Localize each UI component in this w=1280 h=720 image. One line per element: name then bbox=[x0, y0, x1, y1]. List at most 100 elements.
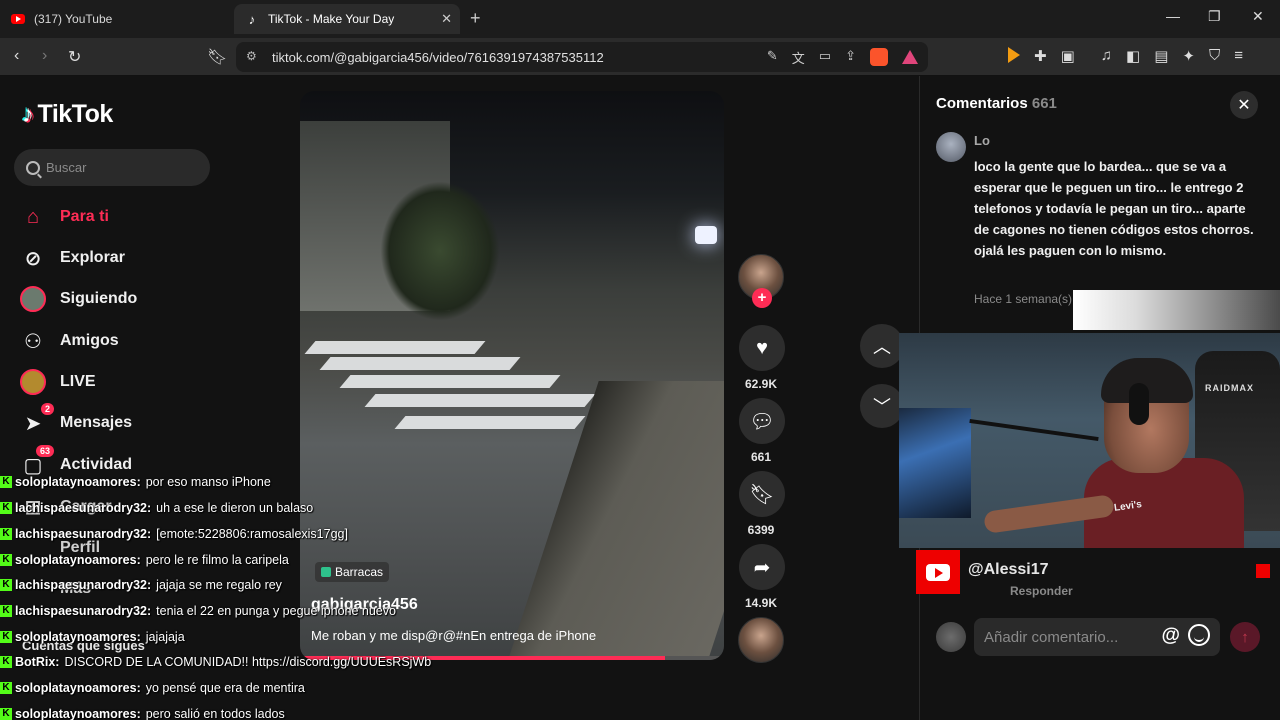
chat-message: por eso manso iPhone bbox=[145, 475, 271, 489]
live-indicator bbox=[1256, 564, 1270, 578]
chat-username: soloplataynoamores: bbox=[15, 707, 141, 720]
tab-label: TikTok - Make Your Day bbox=[268, 12, 395, 26]
music-disc-avatar[interactable] bbox=[738, 617, 784, 663]
chat-line: K lachispaesunarodry32: jajaja se me reg… bbox=[0, 573, 282, 597]
crosswalk-stripe bbox=[304, 341, 486, 354]
chat-message: tenia el 22 en punga y pegue iphone nuev… bbox=[156, 604, 396, 618]
tab-tiktok[interactable]: ♪ TikTok - Make Your Day ✕ bbox=[234, 4, 460, 34]
chat-line: K BotRix: DISCORD DE LA COMUNIDAD!! http… bbox=[0, 650, 431, 674]
next-video-button[interactable]: ﹀ bbox=[860, 384, 904, 428]
streamer-webcam: RAIDMAX Levi's bbox=[899, 333, 1280, 548]
vpn-icon[interactable]: ⛉ bbox=[1209, 47, 1220, 65]
bookmark-icon[interactable]: 🔖︎ bbox=[207, 47, 227, 67]
comment-text: loco la gente que lo bardea... que se va… bbox=[974, 159, 1254, 258]
comment-username[interactable]: Lo bbox=[974, 133, 990, 148]
send-comment-button[interactable]: ↑ bbox=[1230, 622, 1260, 652]
share-button[interactable]: ➦ bbox=[739, 544, 785, 590]
crosswalk-stripe bbox=[319, 357, 521, 370]
comment-input[interactable]: Añadir comentario... @ bbox=[974, 618, 1220, 656]
overlay-gradient-bar bbox=[1073, 290, 1280, 330]
translate-icon[interactable]: 文 bbox=[792, 48, 805, 67]
follow-plus-icon[interactable]: + bbox=[752, 288, 772, 308]
chat-message: uh a ese le dieron un balaso bbox=[156, 501, 314, 515]
chat-message: pero salió en todos lados bbox=[145, 707, 285, 720]
youtube-handle: @Alessi17 bbox=[968, 561, 1049, 578]
kick-icon: K bbox=[0, 605, 12, 617]
site-settings-icon[interactable]: ⚙ bbox=[246, 49, 257, 63]
extensions-icon[interactable]: ✚ bbox=[1034, 47, 1047, 65]
brave-rewards-icon[interactable] bbox=[902, 50, 918, 64]
leo-ai-icon[interactable]: ✦ bbox=[1182, 47, 1195, 65]
reload-icon[interactable]: ↻ bbox=[68, 47, 81, 67]
youtube-handle-overlay: @Alessi17 bbox=[916, 550, 1280, 596]
comment-avatar[interactable] bbox=[936, 132, 966, 162]
browser-toolbar: ‹ › ↻ 🔖︎ ⚙ tiktok.com/@gabigarcia456/vid… bbox=[0, 38, 1280, 76]
chat-username: lachispaesunarodry32: bbox=[15, 527, 152, 541]
chat-username: lachispaesunarodry32: bbox=[15, 604, 152, 618]
comments-title: Comentarios 661 bbox=[936, 95, 1057, 112]
sidebar-item-siguiendo[interactable]: Siguiendo bbox=[20, 286, 137, 312]
search-icon bbox=[26, 160, 40, 175]
minimize-icon[interactable]: — bbox=[1166, 8, 1180, 24]
maximize-icon[interactable]: ❐ bbox=[1208, 8, 1221, 25]
video-caption: Me roban y me disp@r@#nEn entrega de iPh… bbox=[311, 628, 597, 643]
comments-count: 661 bbox=[1031, 95, 1057, 112]
tiktok-note-icon: ♪ bbox=[22, 100, 34, 128]
messages-icon: ➤ 2 bbox=[20, 403, 54, 436]
crosswalk-stripe bbox=[364, 394, 596, 407]
search-input[interactable]: Buscar bbox=[14, 149, 210, 186]
tiktok-icon: ♪ bbox=[248, 11, 256, 27]
chat-line: K soloplataynoamores: por eso manso iPho… bbox=[0, 470, 271, 494]
sidebar-item-live[interactable]: LIVE bbox=[20, 369, 96, 395]
back-icon[interactable]: ‹ bbox=[14, 47, 19, 65]
emoji-icon[interactable] bbox=[1188, 624, 1210, 646]
brave-shield-icon[interactable] bbox=[870, 48, 888, 66]
chat-username: soloplataynoamores: bbox=[15, 630, 141, 644]
chat-line: K lachispaesunarodry32: uh a ese le dier… bbox=[0, 496, 313, 520]
close-comments-button[interactable]: ✕ bbox=[1230, 91, 1258, 119]
close-window-icon[interactable]: ✕ bbox=[1252, 8, 1264, 25]
screenshot-icon[interactable]: ▣ bbox=[1061, 47, 1075, 65]
save-button[interactable]: 🔖︎ bbox=[739, 471, 785, 517]
cast-icon[interactable]: ▭ bbox=[819, 48, 831, 67]
mention-icon[interactable]: @ bbox=[1161, 625, 1180, 647]
sidebar-item-mensajes[interactable]: ➤ 2 Mensajes bbox=[20, 403, 132, 436]
crosswalk-stripe bbox=[339, 375, 561, 388]
chat-username: soloplataynoamores: bbox=[15, 475, 141, 489]
location-pin-icon bbox=[321, 567, 331, 577]
sidebar-item-para-ti[interactable]: ⌂ Para ti bbox=[20, 204, 109, 230]
close-tab-icon[interactable]: ✕ bbox=[441, 11, 452, 27]
location-tag[interactable]: Barracas bbox=[315, 562, 390, 582]
share-icon[interactable]: ⇪ bbox=[845, 48, 856, 67]
sidebar-toggle-icon[interactable]: ◧ bbox=[1126, 47, 1140, 65]
forward-icon[interactable]: › bbox=[42, 47, 47, 65]
new-tab-button[interactable]: + bbox=[470, 8, 481, 29]
chat-message: pero le re filmo la caripela bbox=[145, 553, 289, 567]
like-button[interactable]: ♥ bbox=[739, 325, 785, 371]
url-text: tiktok.com/@gabigarcia456/video/76163919… bbox=[272, 49, 604, 65]
extension-play-icon[interactable] bbox=[1008, 47, 1020, 63]
sidebar-item-amigos[interactable]: ⚇ Amigos bbox=[20, 328, 119, 354]
previous-video-button[interactable]: ︿ bbox=[860, 324, 904, 368]
kick-icon: K bbox=[0, 554, 12, 566]
chat-message: jajajaja bbox=[145, 630, 185, 644]
chat-line: K soloplataynoamores: yo pensé que era d… bbox=[0, 676, 305, 700]
tiktok-logo[interactable]: ♪ TikTok bbox=[22, 100, 113, 129]
comment-button[interactable]: 💬︎ bbox=[739, 398, 785, 444]
address-bar[interactable]: ⚙ tiktok.com/@gabigarcia456/video/761639… bbox=[236, 42, 928, 72]
arrow-up-icon: ↑ bbox=[1241, 628, 1249, 646]
chat-line: K lachispaesunarodry32: [emote:5228806:r… bbox=[0, 522, 348, 546]
messages-badge: 2 bbox=[40, 403, 54, 415]
sidebar-item-explorar[interactable]: ⊘ Explorar bbox=[20, 245, 125, 271]
media-icon[interactable]: ♫ bbox=[1101, 47, 1112, 65]
wallet-icon[interactable]: ▤ bbox=[1154, 47, 1168, 65]
video-player[interactable]: Barracas gabigarcia456 Me roban y me dis… bbox=[300, 91, 724, 660]
no-translate-icon[interactable]: ✎ bbox=[767, 48, 778, 67]
menu-icon[interactable]: ≡ bbox=[1234, 47, 1243, 65]
chat-username: BotRix: bbox=[15, 655, 60, 669]
chat-line: K soloplataynoamores: jajajaja bbox=[0, 625, 185, 649]
tab-youtube[interactable]: (317) YouTube bbox=[0, 4, 232, 34]
comment-count: 661 bbox=[750, 450, 772, 464]
mic-arm bbox=[969, 418, 1099, 442]
save-count: 6399 bbox=[747, 523, 775, 537]
